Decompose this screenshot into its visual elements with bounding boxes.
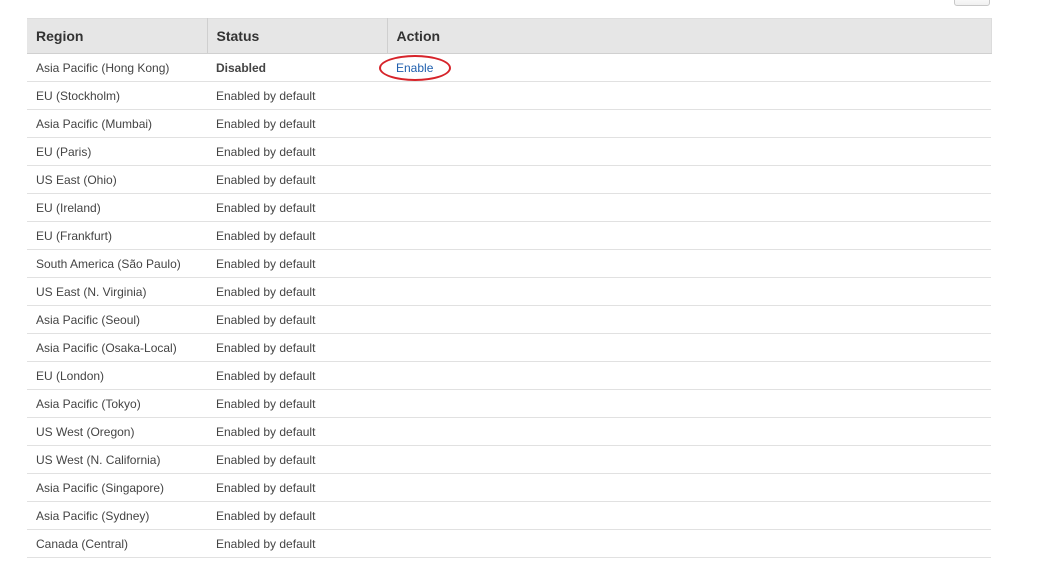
status-cell: Enabled by default bbox=[207, 109, 387, 138]
table-row: Asia Pacific (Singapore) Enabled by defa… bbox=[27, 473, 991, 502]
table-row: South America (São Paulo) Enabled by def… bbox=[27, 249, 991, 278]
table-header-row: Region Status Action bbox=[27, 18, 992, 54]
status-cell: Enabled by default bbox=[207, 501, 387, 530]
action-cell bbox=[387, 333, 991, 362]
table-row: US East (N. Virginia) Enabled by default bbox=[27, 277, 991, 306]
status-cell: Enabled by default bbox=[207, 277, 387, 306]
status-cell: Enabled by default bbox=[207, 193, 387, 222]
table-row: EU (Stockholm) Enabled by default bbox=[27, 81, 991, 110]
action-cell bbox=[387, 417, 991, 446]
region-cell: US West (Oregon) bbox=[27, 417, 207, 446]
table-body: Asia Pacific (Hong Kong) Disabled Enable… bbox=[27, 53, 991, 558]
region-cell: Asia Pacific (Tokyo) bbox=[27, 389, 207, 418]
action-cell bbox=[387, 501, 991, 530]
action-cell bbox=[387, 277, 991, 306]
region-cell: Asia Pacific (Seoul) bbox=[27, 305, 207, 334]
action-cell bbox=[387, 305, 991, 334]
action-cell bbox=[387, 137, 991, 166]
action-cell: Enable bbox=[379, 53, 991, 82]
action-cell bbox=[387, 193, 991, 222]
region-cell: EU (Frankfurt) bbox=[27, 221, 207, 250]
region-cell: US West (N. California) bbox=[27, 445, 207, 474]
action-cell bbox=[387, 165, 991, 194]
status-cell: Enabled by default bbox=[207, 473, 387, 502]
table-row: Asia Pacific (Seoul) Enabled by default bbox=[27, 305, 991, 334]
region-cell: EU (Stockholm) bbox=[27, 81, 207, 110]
column-header-region[interactable]: Region bbox=[27, 18, 208, 54]
region-cell: Canada (Central) bbox=[27, 529, 207, 558]
table-row: US West (N. California) Enabled by defau… bbox=[27, 445, 991, 474]
region-cell: EU (Paris) bbox=[27, 137, 207, 166]
status-cell: Enabled by default bbox=[207, 221, 387, 250]
action-cell bbox=[387, 221, 991, 250]
table-row: Asia Pacific (Tokyo) Enabled by default bbox=[27, 389, 991, 418]
status-cell: Enabled by default bbox=[207, 445, 387, 474]
action-cell bbox=[387, 361, 991, 390]
region-cell: EU (Ireland) bbox=[27, 193, 207, 222]
column-header-action[interactable]: Action bbox=[387, 18, 992, 54]
table-row: Asia Pacific (Osaka-Local) Enabled by de… bbox=[27, 333, 991, 362]
status-cell: Disabled bbox=[207, 53, 387, 82]
status-cell: Enabled by default bbox=[207, 333, 387, 362]
status-cell: Enabled by default bbox=[207, 417, 387, 446]
region-cell: Asia Pacific (Hong Kong) bbox=[27, 53, 207, 82]
status-cell: Enabled by default bbox=[207, 81, 387, 110]
table-row: US East (Ohio) Enabled by default bbox=[27, 165, 991, 194]
action-cell bbox=[387, 81, 991, 110]
partial-toolbar-button[interactable] bbox=[954, 0, 990, 6]
region-cell: Asia Pacific (Sydney) bbox=[27, 501, 207, 530]
region-cell: EU (London) bbox=[27, 361, 207, 390]
region-cell: Asia Pacific (Mumbai) bbox=[27, 109, 207, 138]
regions-table: Region Status Action Asia Pacific (Hong … bbox=[27, 18, 992, 558]
status-cell: Enabled by default bbox=[207, 165, 387, 194]
table-row: US West (Oregon) Enabled by default bbox=[27, 417, 991, 446]
table-row: EU (Frankfurt) Enabled by default bbox=[27, 221, 991, 250]
enable-region-link[interactable]: Enable bbox=[379, 54, 451, 81]
enable-link-label: Enable bbox=[396, 60, 434, 75]
action-cell bbox=[387, 389, 991, 418]
action-cell bbox=[387, 529, 991, 558]
table-row: Asia Pacific (Mumbai) Enabled by default bbox=[27, 109, 991, 138]
status-cell: Enabled by default bbox=[207, 249, 387, 278]
table-row: Asia Pacific (Hong Kong) Disabled Enable bbox=[27, 53, 991, 82]
table-row: Asia Pacific (Sydney) Enabled by default bbox=[27, 501, 991, 530]
status-cell: Enabled by default bbox=[207, 305, 387, 334]
table-row: EU (London) Enabled by default bbox=[27, 361, 991, 390]
region-cell: South America (São Paulo) bbox=[27, 249, 207, 278]
table-row: EU (Ireland) Enabled by default bbox=[27, 193, 991, 222]
status-cell: Enabled by default bbox=[207, 389, 387, 418]
region-cell: US East (N. Virginia) bbox=[27, 277, 207, 306]
column-header-status[interactable]: Status bbox=[207, 18, 388, 54]
status-cell: Enabled by default bbox=[207, 529, 387, 558]
region-cell: Asia Pacific (Singapore) bbox=[27, 473, 207, 502]
region-cell: Asia Pacific (Osaka-Local) bbox=[27, 333, 207, 362]
action-cell bbox=[387, 445, 991, 474]
region-cell: US East (Ohio) bbox=[27, 165, 207, 194]
table-row: EU (Paris) Enabled by default bbox=[27, 137, 991, 166]
status-cell: Enabled by default bbox=[207, 361, 387, 390]
action-cell bbox=[387, 249, 991, 278]
table-row: Canada (Central) Enabled by default bbox=[27, 529, 991, 558]
action-cell bbox=[387, 473, 991, 502]
status-cell: Enabled by default bbox=[207, 137, 387, 166]
action-cell bbox=[387, 109, 991, 138]
